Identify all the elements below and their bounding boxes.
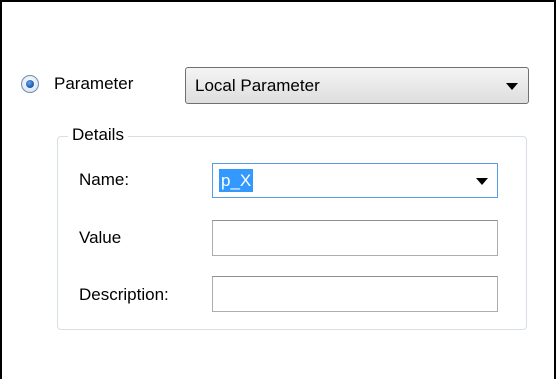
description-label: Description: [79,285,169,304]
name-combobox[interactable]: p_X [212,163,498,198]
value-label: Value [79,228,122,247]
radio-selected-dot [26,80,34,88]
window-left-border [0,0,2,379]
name-selected-text[interactable]: p_X [219,169,254,192]
name-label: Name: [79,170,130,189]
chevron-down-icon[interactable] [476,178,488,185]
parameter-type-value: Local Parameter [195,76,320,95]
window-top-border [0,0,556,2]
description-field[interactable] [212,276,498,312]
value-field[interactable] [212,220,498,256]
description-input[interactable] [213,277,497,311]
value-input[interactable] [213,221,497,255]
parameter-radio[interactable] [21,75,39,93]
parameter-type-dropdown[interactable]: Local Parameter [185,67,529,104]
parameter-radio-label[interactable]: Parameter [54,73,133,95]
chevron-down-icon[interactable] [506,83,518,90]
details-group-title: Details [68,124,128,146]
